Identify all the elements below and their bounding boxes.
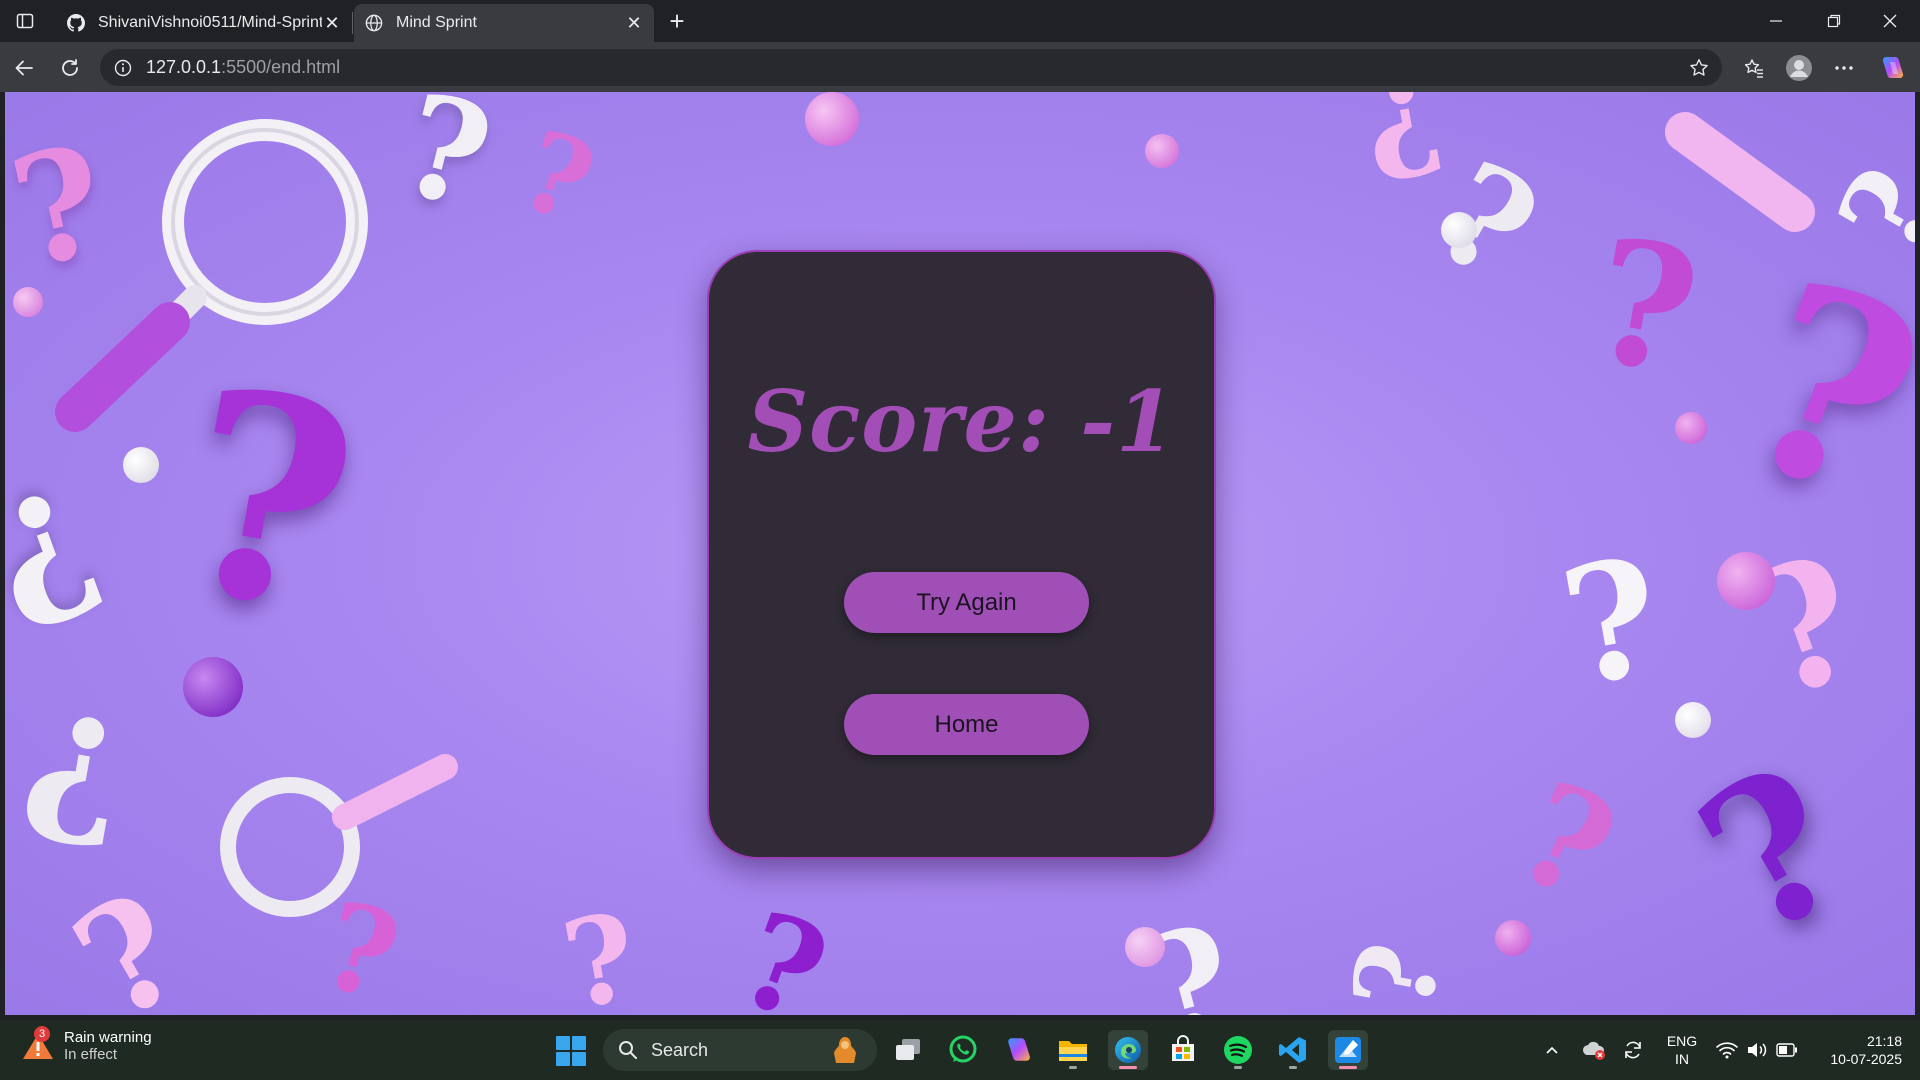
image-editor-app-icon[interactable] [1328,1030,1368,1070]
volume-icon[interactable] [1744,1038,1770,1062]
copilot-app-icon[interactable] [998,1030,1038,1070]
refresh-icon[interactable] [54,52,86,84]
search-highlight-icon [834,1037,856,1063]
weather-subtitle: In effect [64,1046,118,1063]
score-card: Score: -1 Try Again Home [707,250,1216,859]
url-path: :5500/end.html [221,57,341,77]
weather-title: Rain warning [64,1029,152,1046]
running-indicator [1069,1066,1077,1069]
onedrive-error-icon[interactable] [1580,1038,1608,1062]
globe-icon [364,13,384,33]
language-indicator[interactable]: ENG IN [1665,1032,1699,1068]
new-tab-button[interactable]: + [662,6,692,36]
score-text: Score: -1 [747,372,1176,471]
sync-icon[interactable] [1620,1038,1646,1062]
tab-divider [352,12,353,34]
clock-time: 21:18 [1866,1033,1902,1049]
active-indicator [1339,1066,1357,1069]
search-label: Search [651,1039,709,1060]
wifi-icon[interactable] [1714,1038,1740,1062]
close-window-icon[interactable] [1862,0,1918,42]
clock-date: 10-07-2025 [1830,1051,1902,1067]
github-icon [66,13,86,33]
address-bar[interactable]: 127.0.0.1:5500/end.html [100,49,1722,86]
url-host: 127.0.0.1 [146,57,222,77]
chevron-up-icon[interactable] [1540,1038,1564,1062]
system-clock[interactable]: 21:18 10-07-2025 [1812,1032,1902,1068]
copilot-icon[interactable] [1876,52,1908,84]
microsoft-store-icon[interactable] [1163,1030,1203,1070]
tab-title: ShivaniVishnoi0511/Mind-Sprint [98,14,322,31]
try-again-button[interactable]: Try Again [844,572,1089,633]
page-viewport: ? ? ? ? ? ? ? ? ? ? ? ? ? ? ? ? ? ? ? ? … [5,92,1915,1015]
spotify-icon[interactable] [1218,1030,1258,1070]
region-code: IN [1675,1051,1689,1067]
weather-warning-icon: 3 [20,1026,56,1064]
vscode-icon[interactable] [1273,1030,1313,1070]
browser-toolbar: 127.0.0.1:5500/end.html [0,42,1920,92]
tab-mind-sprint[interactable]: Mind Sprint ✕ [354,4,654,42]
more-options-icon[interactable] [1828,52,1860,84]
search-icon [617,1039,639,1061]
home-button[interactable]: Home [844,694,1089,755]
back-icon[interactable] [8,52,40,84]
whatsapp-icon[interactable] [943,1030,983,1070]
restore-icon[interactable] [1806,0,1862,42]
browser-tab-bar: ShivaniVishnoi0511/Mind-Sprint ✕ Mind Sp… [0,0,1920,42]
active-indicator [1119,1066,1137,1069]
task-view-icon[interactable] [888,1030,928,1070]
tab-github[interactable]: ShivaniVishnoi0511/Mind-Sprint ✕ [56,4,352,42]
edge-browser-icon[interactable] [1108,1030,1148,1070]
profile-avatar-icon[interactable] [1783,52,1815,84]
tab-actions-icon[interactable] [12,9,38,33]
running-indicator [1289,1066,1297,1069]
favorites-icon[interactable] [1738,52,1770,84]
taskbar-search[interactable]: Search [603,1029,877,1071]
site-info-icon[interactable] [112,57,134,79]
tab-close-icon[interactable]: ✕ [322,13,342,33]
tab-close-icon[interactable]: ✕ [624,13,644,33]
file-explorer-icon[interactable] [1053,1030,1093,1070]
battery-icon[interactable] [1774,1038,1800,1062]
windows-start-icon[interactable] [556,1036,586,1066]
weather-widget[interactable]: 3 Rain warning In effect [20,1026,152,1064]
taskbar: 3 Rain warning In effect Search ENG IN 2… [0,1020,1920,1080]
running-indicator [1234,1066,1242,1069]
tab-title: Mind Sprint [396,14,477,31]
minimize-icon[interactable] [1748,0,1804,42]
language-code: ENG [1666,1033,1698,1049]
favorite-star-icon[interactable] [1686,55,1712,81]
weather-badge: 3 [34,1026,50,1042]
